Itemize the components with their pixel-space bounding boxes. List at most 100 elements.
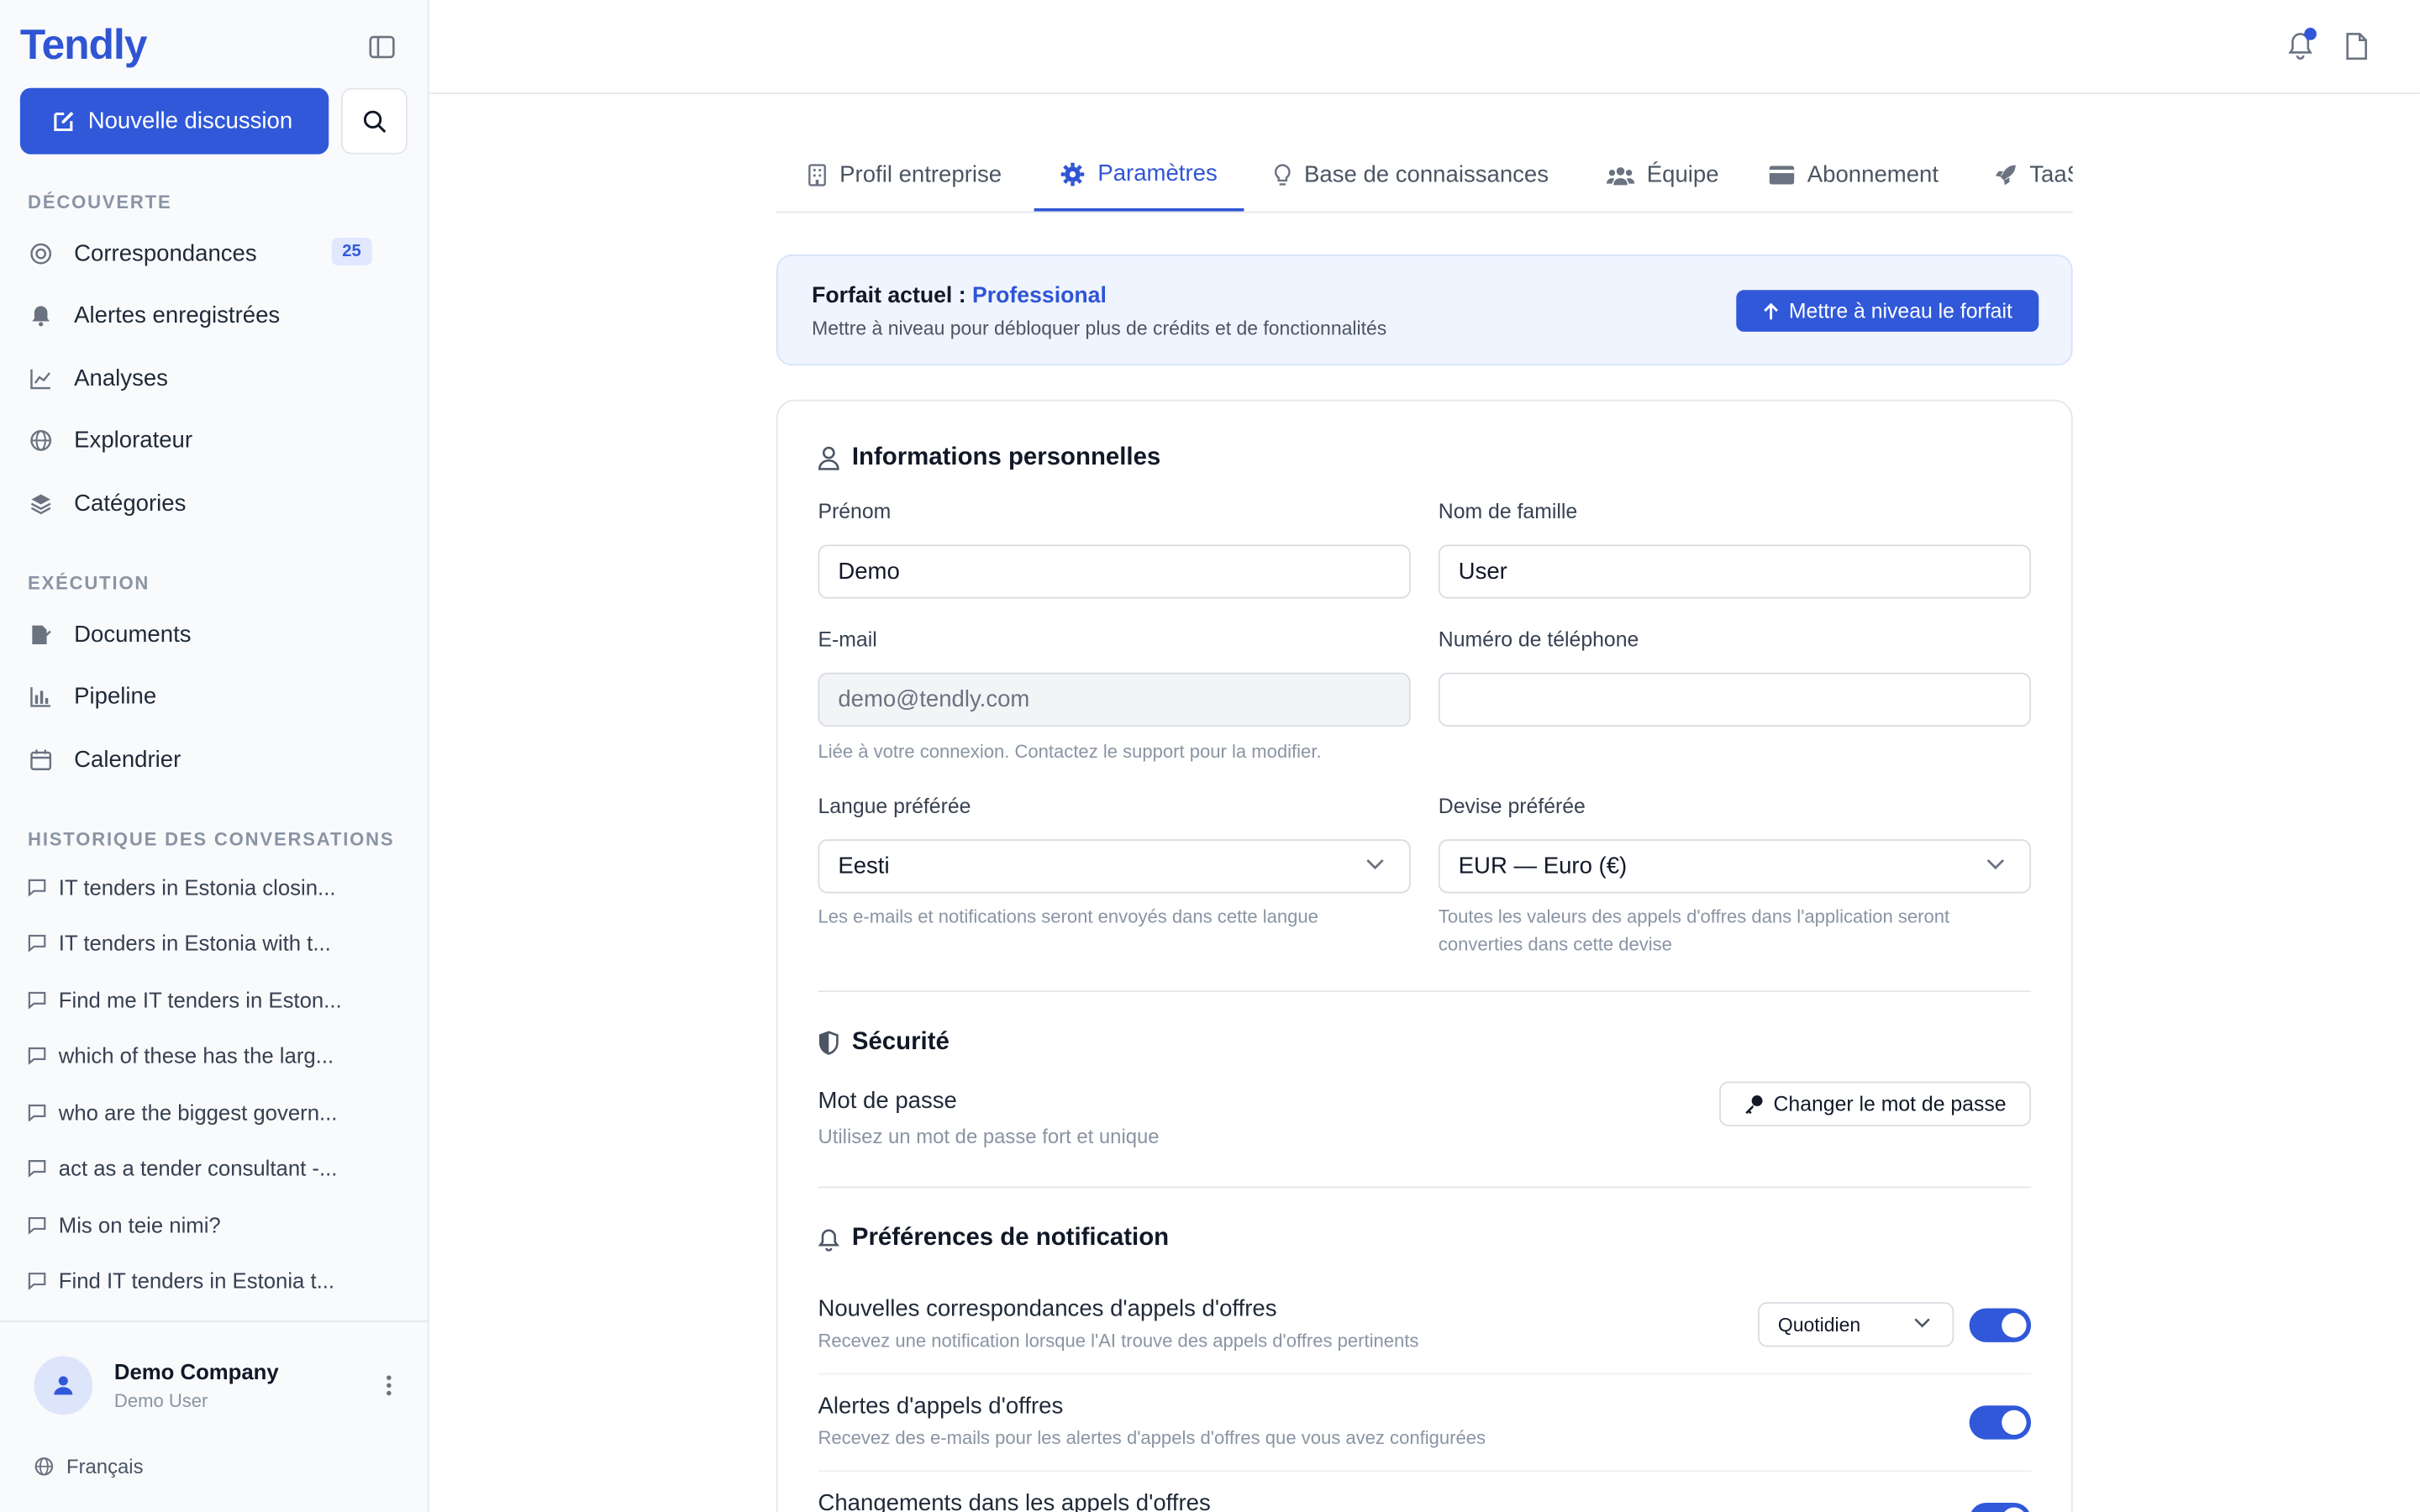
sidebar-item-label: Calendrier [74,746,182,773]
new-matches-toggle[interactable] [1969,1308,2032,1342]
language-label: Français [66,1455,144,1478]
currency-select[interactable]: EUR — Euro (€) [1438,839,2032,894]
history-item[interactable]: which of these has the larg... [28,1037,398,1074]
search-icon [362,109,386,133]
plan-title-prefix: Forfait actuel : [812,283,966,309]
plan-subtitle: Mettre à niveau pour débloquer plus de c… [812,318,1387,340]
phone-label: Numéro de téléphone [1438,627,1639,652]
heading-text: Informations personnelles [851,444,1161,471]
chevron-down-icon [1366,858,1384,870]
section-title-discovery: DÉCOUVERTE [28,191,172,213]
upgrade-plan-label: Mettre à niveau le forfait [1788,299,2012,323]
target-icon [28,241,52,265]
tab-settings[interactable]: Paramètres [1034,139,1244,212]
tab-label: Abonnement [1807,161,1939,189]
chat-bubble-icon [28,879,46,897]
frequency-select[interactable]: Quotidien [1758,1302,1954,1347]
layers-icon [28,491,52,515]
tab-knowledge-base[interactable]: Base de connaissances [1267,139,1555,211]
email-field[interactable]: demo@tendly.com [818,672,1411,727]
document-icon[interactable] [2346,33,2368,68]
tender-alerts-toggle[interactable] [1969,1405,2032,1440]
user-outline-icon [818,446,839,470]
avatar[interactable] [34,1356,93,1415]
settings-tabs: Profil entreprise Paramètres Base de con… [776,139,2073,213]
first-name-label: Prénom [818,500,892,523]
history-item[interactable]: who are the biggest govern... [28,1094,398,1131]
sidebar-item-pipeline[interactable]: Pipeline [28,673,398,719]
section-title-history: HISTORIQUE DES CONVERSATIONS [28,828,395,851]
language-hint: Les e-mails et notifications seront envo… [818,906,1318,927]
sidebar-footer: Demo Company Demo User Français [0,1320,429,1512]
history-item[interactable]: Mis on teie nimi? [28,1206,398,1243]
history-item-label: which of these has the larg... [58,1042,334,1068]
gear-icon [1061,161,1085,186]
current-plan-banner: Forfait actuel : Professional Mettre à n… [776,255,2073,366]
search-button[interactable] [340,87,408,155]
history-item[interactable]: act as a tender consultant -... [28,1149,398,1186]
notification-dot [2304,28,2317,40]
sidebar-item-saved-alerts[interactable]: Alertes enregistrées [28,291,398,338]
upgrade-plan-button[interactable]: Mettre à niveau le forfait [1736,290,2039,332]
sidebar-item-documents[interactable]: Documents [28,611,398,657]
sidebar-item-label: Explorateur [74,426,193,454]
bar-chart-icon [28,684,52,708]
sidebar-item-label: Catégories [74,490,187,517]
tab-company-profile[interactable]: Profil entreprise [801,139,1007,211]
last-name-label: Nom de famille [1438,500,1578,523]
sidebar-item-label: Correspondances [74,239,257,266]
sidebar-item-matches[interactable]: Correspondances 25 [28,230,398,276]
sidebar-toggle-icon[interactable] [366,33,397,60]
history-item[interactable]: Find me IT tenders in Eston... [28,981,398,1018]
tab-subscription[interactable]: Abonnement [1763,139,1945,211]
notification-description: Recevez une notification lorsque l'AI tr… [818,1330,1419,1352]
sidebar-item-calendar[interactable]: Calendrier [28,736,398,782]
language-select[interactable]: Eesti [818,839,1411,894]
last-name-input[interactable]: User [1438,544,2032,599]
tab-team[interactable]: Équipe [1601,139,1725,211]
sidebar-item-label: Analyses [74,365,168,391]
app-logo: Tendly [19,21,148,68]
phone-input[interactable] [1438,672,2032,727]
sidebar-item-label: Alertes enregistrées [74,302,281,328]
chat-bubble-icon [28,1216,46,1235]
sidebar-item-explorer[interactable]: Explorateur [28,417,398,463]
new-chat-button[interactable]: Nouvelle discussion [19,87,329,155]
new-chat-label: Nouvelle discussion [87,108,293,134]
chevron-down-icon [1914,1318,1930,1328]
first-name-input[interactable]: Demo [818,544,1411,599]
tab-taas[interactable]: TaaS [1988,139,2073,211]
sidebar-item-analytics[interactable]: Analyses [28,354,398,401]
tab-label: Profil entreprise [839,161,1002,189]
top-bar [429,0,2420,95]
language-select-value: Eesti [838,853,890,879]
key-icon [1745,1095,1763,1115]
row-divider [818,1373,2032,1375]
company-name: Demo Company [113,1359,279,1384]
sidebar-item-categories[interactable]: Catégories [28,480,398,526]
tab-label: Paramètres [1097,160,1218,187]
chat-bubble-icon [28,1160,46,1178]
settings-card: Informations personnelles Prénom Nom de … [776,399,2073,1512]
language-switcher[interactable]: Français [34,1455,144,1478]
currency-label: Devise préférée [1438,794,1586,818]
history-item[interactable]: IT tenders in Estonia closin... [28,869,398,906]
tender-changes-toggle[interactable] [1969,1502,2032,1512]
history-item[interactable]: IT tenders in Estonia with t... [28,924,398,961]
row-divider [818,1470,2032,1473]
more-options-icon[interactable] [386,1374,392,1404]
history-item-label: Mis on teie nimi? [58,1212,221,1238]
frequency-select-value: Quotidien [1777,1313,1861,1336]
change-password-button[interactable]: Changer le mot de passe [1719,1081,2032,1126]
currency-hint-line-1: Toutes les valeurs des appels d'offres d… [1438,906,1950,927]
user-icon [54,1376,73,1395]
notification-title: Alertes d'appels d'offres [818,1393,1064,1420]
chat-bubble-icon [28,934,46,953]
shield-icon [818,1031,839,1055]
email-label: E-mail [818,627,877,652]
building-icon [808,164,826,186]
history-item[interactable]: Find IT tenders in Estonia t... [28,1262,398,1299]
bell-icon [28,302,52,327]
divider [818,1186,2032,1189]
change-password-label: Changer le mot de passe [1773,1092,2007,1116]
